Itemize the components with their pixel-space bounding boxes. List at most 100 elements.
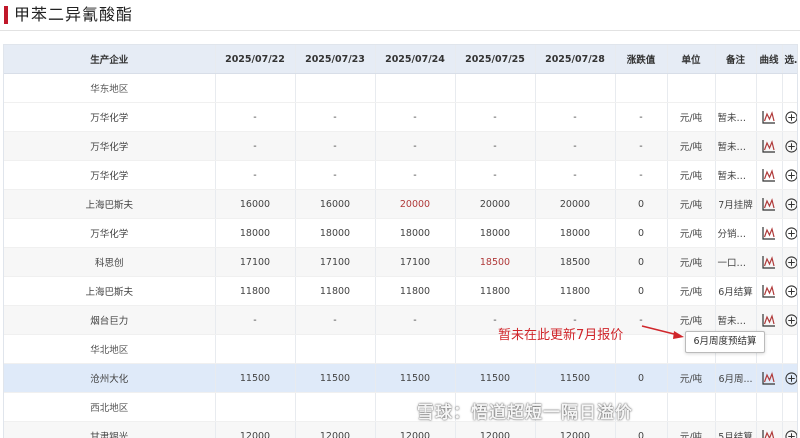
curve-cell (756, 132, 782, 161)
empty-cell (295, 74, 375, 103)
region-label: 西北地区 (4, 393, 215, 422)
add-circle-icon[interactable] (785, 372, 798, 385)
note-cell[interactable]: 暂未更新 (715, 103, 756, 132)
change-cell: - (615, 132, 667, 161)
title-accent-bar (4, 6, 8, 24)
note-cell[interactable]: 6月结算 (715, 277, 756, 306)
change-cell: 0 (615, 364, 667, 393)
change-cell: 0 (615, 277, 667, 306)
add-circle-icon[interactable] (785, 198, 798, 211)
unit-cell: 元/吨 (667, 132, 715, 161)
unit-cell: 元/吨 (667, 248, 715, 277)
company-cell: 万华化学 (4, 161, 215, 190)
line-chart-icon[interactable] (762, 313, 776, 327)
curve-cell (756, 219, 782, 248)
line-chart-icon[interactable] (762, 371, 776, 385)
note-cell[interactable]: 暂未更新 (715, 161, 756, 190)
empty-cell (715, 74, 756, 103)
column-header: 2025/07/24 (375, 45, 455, 74)
column-header: 涨跌值 (615, 45, 667, 74)
price-cell: 12000 (455, 422, 535, 438)
empty-cell (215, 74, 295, 103)
column-header: 2025/07/23 (295, 45, 375, 74)
price-cell: 18000 (215, 219, 295, 248)
add-circle-icon[interactable] (785, 169, 798, 182)
curve-cell (756, 248, 782, 277)
empty-cell (295, 393, 375, 422)
company-cell: 上海巴斯夫 (4, 277, 215, 306)
note-cell[interactable]: 7月挂牌 (715, 190, 756, 219)
table-row: 科思创17100171001710018500185000元/吨一口价... (4, 248, 797, 277)
company-cell: 甘肃银光 (4, 422, 215, 438)
add-circle-icon[interactable] (785, 256, 798, 269)
price-cell: - (295, 132, 375, 161)
change-cell: - (615, 103, 667, 132)
price-cell: 12000 (295, 422, 375, 438)
note-cell[interactable]: 5月结算 (715, 422, 756, 438)
line-chart-icon[interactable] (762, 168, 776, 182)
note-cell[interactable]: 一口价... (715, 248, 756, 277)
price-cell: 18500 (455, 248, 535, 277)
annotation-note: 暂未在此更新7月报价 (498, 324, 623, 343)
line-chart-icon[interactable] (762, 139, 776, 153)
line-chart-icon[interactable] (762, 255, 776, 269)
table-row: 万华化学------元/吨暂未更新 (4, 132, 797, 161)
company-cell: 烟台巨力 (4, 306, 215, 335)
watermark-text: 雪球：悟道超短一隔日溢价 (417, 403, 633, 423)
price-cell: 11800 (455, 277, 535, 306)
price-cell: - (375, 306, 455, 335)
price-cell: 11500 (535, 364, 615, 393)
line-chart-icon[interactable] (762, 226, 776, 240)
company-cell: 沧州大化 (4, 364, 215, 393)
price-cell: 11500 (455, 364, 535, 393)
table-row: 上海巴斯夫16000160002000020000200000元/吨7月挂牌 (4, 190, 797, 219)
select-cell (782, 132, 797, 161)
table-row: 甘肃银光12000120001200012000120000元/吨5月结算 (4, 422, 797, 438)
price-cell: 11800 (295, 277, 375, 306)
price-cell: 20000 (535, 190, 615, 219)
table-row: 万华化学------元/吨暂未更新 (4, 161, 797, 190)
empty-cell (782, 74, 797, 103)
price-cell: - (535, 161, 615, 190)
region-row: 华东地区 (4, 74, 797, 103)
price-cell: - (295, 161, 375, 190)
price-table: 生产企业2025/07/222025/07/232025/07/242025/0… (4, 45, 798, 438)
add-circle-icon[interactable] (785, 140, 798, 153)
price-cell: - (215, 103, 295, 132)
change-cell: - (615, 161, 667, 190)
curve-cell (756, 103, 782, 132)
company-cell: 万华化学 (4, 103, 215, 132)
line-chart-icon[interactable] (762, 284, 776, 298)
change-cell: 0 (615, 248, 667, 277)
add-circle-icon[interactable] (785, 285, 798, 298)
column-header: 2025/07/25 (455, 45, 535, 74)
add-circle-icon[interactable] (785, 314, 798, 327)
price-cell: 12000 (375, 422, 455, 438)
price-cell: 18000 (535, 219, 615, 248)
line-chart-icon[interactable] (762, 197, 776, 211)
table-row: 万华化学18000180001800018000180000元/吨分销一... (4, 219, 797, 248)
empty-cell (535, 74, 615, 103)
price-cell: 11500 (215, 364, 295, 393)
curve-cell (756, 364, 782, 393)
add-circle-icon[interactable] (785, 111, 798, 124)
note-cell[interactable]: 暂未更新 (715, 132, 756, 161)
select-cell (782, 219, 797, 248)
price-cell: 20000 (455, 190, 535, 219)
price-cell: 11800 (375, 277, 455, 306)
change-cell: 0 (615, 422, 667, 438)
price-cell: 17100 (215, 248, 295, 277)
add-circle-icon[interactable] (785, 227, 798, 240)
line-chart-icon[interactable] (762, 110, 776, 124)
column-header: 选择 (782, 45, 797, 74)
company-cell: 上海巴斯夫 (4, 190, 215, 219)
empty-cell (215, 335, 295, 364)
price-cell: - (535, 132, 615, 161)
column-header: 2025/07/28 (535, 45, 615, 74)
note-cell[interactable]: 分销一... (715, 219, 756, 248)
empty-cell (375, 74, 455, 103)
note-cell[interactable]: 6月周... (715, 364, 756, 393)
column-header: 曲线 (756, 45, 782, 74)
table-header-row: 生产企业2025/07/222025/07/232025/07/242025/0… (4, 45, 797, 74)
snowball-logo-icon (395, 403, 413, 421)
